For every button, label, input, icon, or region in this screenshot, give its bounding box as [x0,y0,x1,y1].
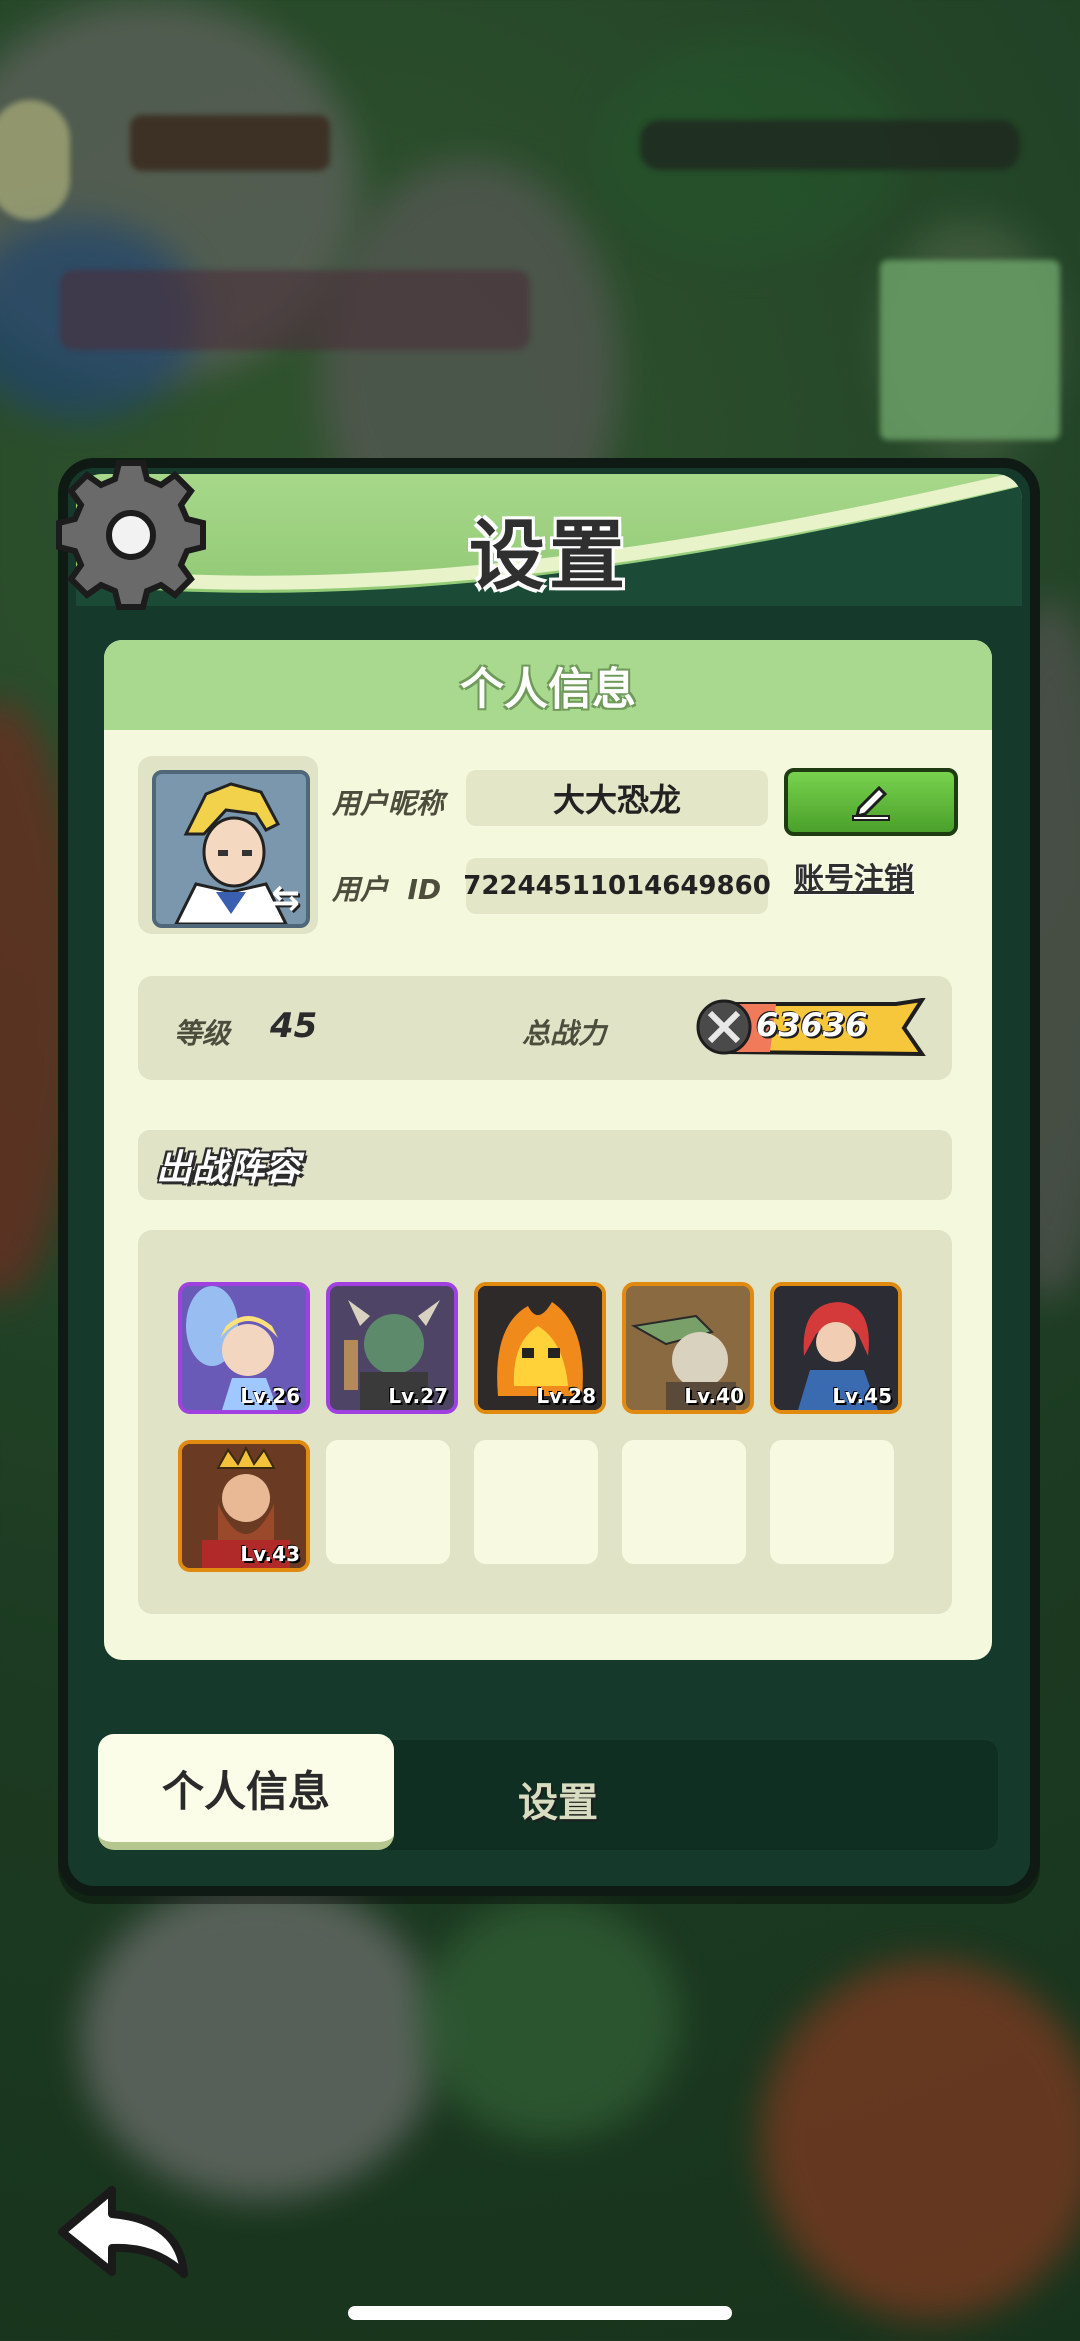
power-badge: 63636 [696,998,926,1056]
lineup-title: 出战阵容 [156,1148,301,1189]
pencil-icon [852,785,890,821]
lineup-grid: Lv.26 Lv.27 Lv.28 Lv.40 Lv.45 Lv.43 [138,1230,952,1614]
user-id-value: 72244511014649860 [463,871,771,901]
hero-level: Lv.28 [536,1384,596,1408]
avatar[interactable]: ⇆ [152,770,310,928]
hero-slot-2[interactable]: Lv.27 [326,1282,458,1414]
hero-level: Lv.26 [240,1384,300,1408]
empty-slot[interactable] [770,1440,894,1564]
nickname-value: 大大恐龙 [552,781,681,819]
lineup-header: 出战阵容 [138,1130,952,1200]
empty-slot[interactable] [622,1440,746,1564]
profile-section-title: 个人信息 [460,664,636,715]
level-label: 等级 [174,1017,231,1050]
level-value: 45 [270,1006,318,1046]
profile-card-header: 个人信息 [104,640,992,730]
hero-slot-6[interactable]: Lv.43 [178,1440,310,1572]
panel-tabs: 个人信息 设置 [98,1734,998,1850]
profile-card: 个人信息 ⇆ 用户昵称 大大恐龙 用户 ID 72244511014649860… [104,640,992,1660]
avatar-frame[interactable]: ⇆ [138,756,318,934]
hero-level: Lv.27 [388,1384,448,1408]
hero-slot-3[interactable]: Lv.28 [474,1282,606,1414]
tab-settings[interactable]: 设置 [518,1770,598,1828]
home-indicator [348,2306,732,2320]
edit-nickname-button[interactable] [784,768,958,836]
user-id-label: 用户 ID [332,873,442,906]
cancel-account-link[interactable]: 账号注销 [794,854,914,898]
hud-top [0,0,1080,440]
hero-slot-5[interactable]: Lv.45 [770,1282,902,1414]
hero-slot-4[interactable]: Lv.40 [622,1282,754,1414]
hero-level: Lv.45 [832,1384,892,1408]
back-arrow-icon[interactable] [56,2180,196,2280]
hero-level: Lv.43 [240,1542,300,1566]
crossed-swords-icon [696,999,752,1055]
hero-level: Lv.40 [684,1384,744,1408]
panel-header: 设置 [76,474,1022,606]
swap-avatar-icon[interactable]: ⇆ [272,878,301,918]
nickname-field: 大大恐龙 [466,770,768,826]
settings-panel: 设置 个人信息 ⇆ 用户昵称 大大恐龙 用户 ID 72244511014649… [56,458,1040,1896]
power-label: 总战力 [522,1017,607,1050]
nickname-label: 用户昵称 [332,787,445,820]
hero-slot-1[interactable]: Lv.26 [178,1282,310,1414]
power-value: 63636 [756,1006,868,1044]
tab-profile[interactable]: 个人信息 [98,1734,394,1850]
gear-icon [56,460,206,610]
panel-title: 设置 [469,511,629,600]
empty-slot[interactable] [474,1440,598,1564]
user-id-field: 72244511014649860 [463,858,771,914]
stats-bar: 等级 45 总战力 63636 [138,976,952,1080]
empty-slot[interactable] [326,1440,450,1564]
